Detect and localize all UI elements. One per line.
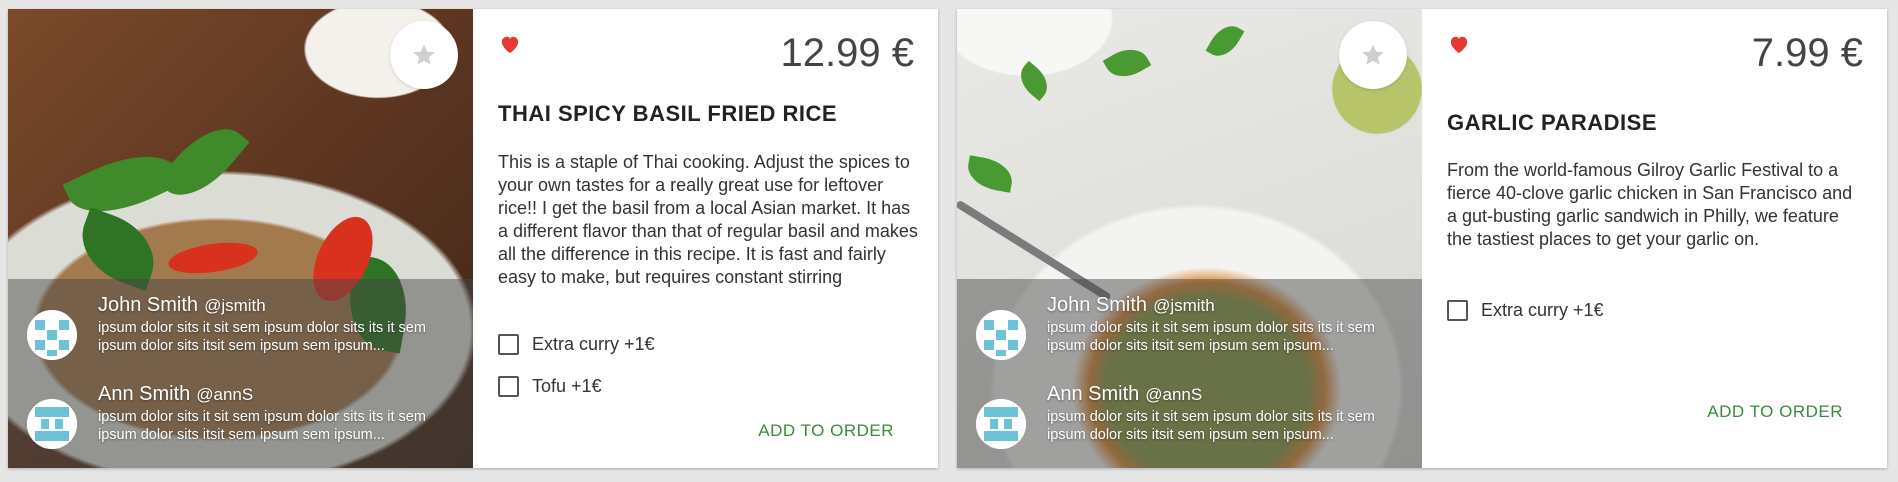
review-text: ipsum dolor sits it sit sem ipsum dolor … <box>98 320 426 354</box>
heart-icon <box>501 36 519 54</box>
review-text: ipsum dolor sits it sit sem ipsum dolor … <box>1047 409 1375 443</box>
chili-decoration <box>166 237 260 279</box>
star-icon <box>1362 44 1384 65</box>
identicon-avatar <box>976 310 1026 360</box>
card-info: 12.99 € THAI SPICY BASIL FRIED RICE This… <box>473 9 938 468</box>
cilantro-decoration <box>964 155 1016 193</box>
cilantro-decoration <box>1013 60 1055 102</box>
like-button[interactable] <box>1448 34 1470 54</box>
option-label: Extra curry +1€ <box>1481 299 1604 320</box>
option-tofu[interactable]: Tofu +1€ <box>498 373 602 399</box>
reviews-overlay: John Smith @jsmith ipsum dolor sits it si… <box>957 279 1422 468</box>
add-to-order-button[interactable]: ADD TO ORDER <box>1707 402 1843 422</box>
identicon-avatar <box>27 399 77 449</box>
price: 12.99 € <box>780 31 914 75</box>
option-label: Extra curry +1€ <box>532 333 655 354</box>
option-extra-curry[interactable]: Extra curry +1€ <box>1447 297 1604 323</box>
food-card: John Smith @jsmith ipsum dolor sits it si… <box>957 9 1887 468</box>
like-button[interactable] <box>499 34 521 54</box>
option-label: Tofu +1€ <box>532 375 602 396</box>
reviewer-handle: @annS <box>1145 385 1203 404</box>
price: 7.99 € <box>1751 31 1863 75</box>
option-checkbox[interactable] <box>498 375 519 397</box>
food-photo: John Smith @jsmith ipsum dolor sits it si… <box>8 9 473 468</box>
card-info: 7.99 € GARLIC PARADISE From the world-fa… <box>1422 9 1887 468</box>
dish-title: THAI SPICY BASIL FRIED RICE <box>498 101 838 126</box>
reviewer-handle: @annS <box>196 385 254 404</box>
star-icon <box>413 44 435 65</box>
add-to-order-button[interactable]: ADD TO ORDER <box>758 421 894 441</box>
reviewer-handle: @jsmith <box>1153 296 1215 315</box>
reviewer-handle: @jsmith <box>204 296 266 315</box>
favorite-button[interactable] <box>1339 21 1407 89</box>
option-checkbox[interactable] <box>498 333 519 355</box>
reviewer-name: Ann Smith @annS <box>98 383 254 405</box>
cilantro-decoration <box>1205 19 1245 63</box>
dish-title: GARLIC PARADISE <box>1447 110 1657 135</box>
reviewer-name: John Smith @jsmith <box>1047 294 1215 316</box>
dish-description: This is a staple of Thai cooking. Adjust… <box>498 152 918 287</box>
food-photo: John Smith @jsmith ipsum dolor sits it si… <box>957 9 1422 468</box>
cilantro-decoration <box>1102 40 1152 86</box>
dish-description: From the world-famous Gilroy Garlic Fest… <box>1447 160 1853 249</box>
identicon-avatar <box>27 310 77 360</box>
reviewer-name: John Smith @jsmith <box>98 294 266 316</box>
reviews-overlay: John Smith @jsmith ipsum dolor sits it si… <box>8 279 473 468</box>
food-card: John Smith @jsmith ipsum dolor sits it si… <box>8 9 938 468</box>
review-text: ipsum dolor sits it sit sem ipsum dolor … <box>98 409 426 443</box>
favorite-button[interactable] <box>390 21 458 89</box>
identicon-avatar <box>976 399 1026 449</box>
option-checkbox[interactable] <box>1447 299 1468 321</box>
review-text: ipsum dolor sits it sit sem ipsum dolor … <box>1047 320 1375 354</box>
heart-icon <box>1450 36 1468 54</box>
reviewer-name: Ann Smith @annS <box>1047 383 1203 405</box>
option-extra-curry[interactable]: Extra curry +1€ <box>498 331 655 357</box>
